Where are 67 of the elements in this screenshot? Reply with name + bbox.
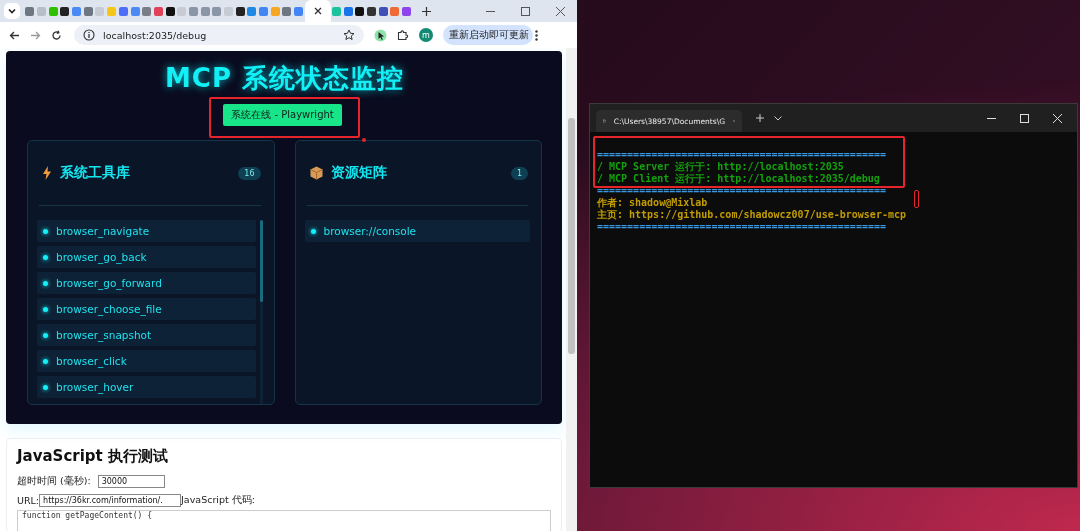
code-editor[interactable]: function getPageContent() { xyxy=(17,510,551,531)
new-tab-icon[interactable] xyxy=(422,6,432,16)
item-label: browser_click xyxy=(56,355,127,367)
list-item[interactable]: browser_choose_file xyxy=(37,298,256,320)
scrollbar[interactable] xyxy=(259,220,263,404)
panel-title: 资源矩阵 xyxy=(330,164,388,182)
list-item[interactable]: browser://console xyxy=(304,220,530,242)
console-line: / MCP Server 运行于: http://localhost:2035 xyxy=(597,161,844,173)
bullet-icon xyxy=(43,254,48,260)
url-text: localhost:2035/debug xyxy=(103,29,208,41)
console-line: 主页: https://github.com/shadowcz007/use-browser-mcp xyxy=(597,209,906,221)
lightning-icon xyxy=(42,166,52,180)
bullet-icon xyxy=(43,332,48,338)
cursor-extension-icon[interactable] xyxy=(374,28,387,42)
more-icon[interactable] xyxy=(535,29,538,41)
field-label: 超时时间 (毫秒): xyxy=(17,474,91,488)
url-field[interactable]: https://36kr.com/information/. xyxy=(39,493,182,507)
bookmark-star-icon[interactable] xyxy=(343,29,355,41)
bullet-icon xyxy=(43,384,48,390)
bullet-icon xyxy=(43,306,48,312)
item-label: browser_go_forward xyxy=(56,277,162,289)
list-item[interactable]: browser_hover xyxy=(37,376,256,398)
dropdown-icon[interactable] xyxy=(774,115,782,121)
item-label: browser_choose_file xyxy=(56,303,162,315)
list-item[interactable]: browser_go_back xyxy=(37,246,256,268)
console-line: ================================================ xyxy=(597,149,886,161)
console-line: ================================================ xyxy=(597,185,886,197)
address-bar[interactable]: localhost:2035/debug xyxy=(74,25,364,45)
reload-icon[interactable] xyxy=(51,29,62,41)
maximize-icon[interactable] xyxy=(521,6,530,16)
puzzle-icon[interactable] xyxy=(397,29,409,41)
marker-dot xyxy=(362,138,366,142)
bullet-icon xyxy=(43,358,48,364)
section-heading: JavaScript 执行测试 xyxy=(17,447,169,466)
list-item[interactable]: browser_click xyxy=(37,350,256,372)
bullet-icon xyxy=(43,280,48,286)
count-badge: 16 xyxy=(238,166,261,180)
console-line: / MCP Client 运行于: http://localhost:2035/debug xyxy=(597,173,880,185)
profile-avatar[interactable]: m xyxy=(419,28,433,42)
item-label: browser_go_back xyxy=(56,251,147,263)
list-item[interactable]: browser_snapshot xyxy=(37,324,256,346)
text-cursor xyxy=(914,190,919,208)
scrollbar[interactable] xyxy=(566,48,577,531)
timeout-field[interactable]: 30000 xyxy=(97,474,165,488)
item-label: browser://console xyxy=(323,225,417,237)
console-line: ================================================ xyxy=(597,221,886,233)
bullet-icon xyxy=(43,228,48,234)
package-icon xyxy=(309,166,323,180)
chevron-icon xyxy=(7,6,17,16)
field-label: JavaScript 代码: xyxy=(181,493,255,507)
page-title: MCP 系统状态监控 xyxy=(163,62,406,95)
list-item[interactable]: browser_go_forward xyxy=(37,272,256,294)
item-label: browser_snapshot xyxy=(56,329,152,341)
console-line: 作者: shadow@Mixlab xyxy=(597,197,708,209)
count-badge: 1 xyxy=(510,166,528,180)
back-icon[interactable] xyxy=(9,29,20,41)
panel-title: 系统工具库 xyxy=(60,164,131,182)
info-icon[interactable] xyxy=(83,29,95,41)
list-item[interactable]: browser_navigate xyxy=(37,220,256,242)
tab-search-button[interactable] xyxy=(4,3,20,19)
update-button[interactable]: 重新启动即可更新 xyxy=(443,25,533,45)
status-button[interactable]: 系统在线 - Playwright xyxy=(223,104,342,126)
forward-icon[interactable] xyxy=(30,29,41,41)
item-label: browser_navigate xyxy=(56,225,150,237)
item-label: browser_hover xyxy=(56,381,134,393)
bullet-icon xyxy=(310,228,316,234)
field-label: URL: xyxy=(17,494,40,506)
